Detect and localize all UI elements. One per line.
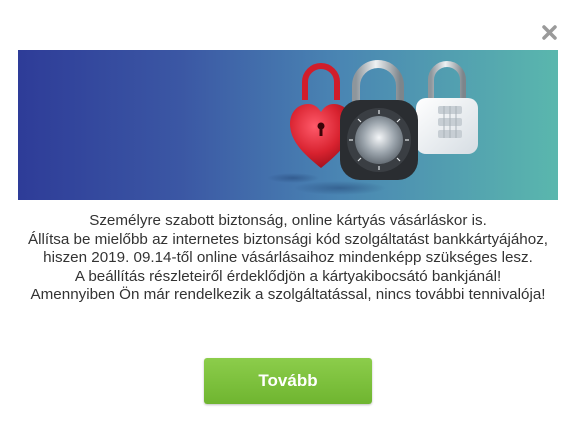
security-message: Személyre szabott biztonság, online kárt…	[20, 212, 556, 305]
message-line-3: A beállítás részleteiről érdeklődjön a k…	[74, 267, 502, 285]
message-line-4: Amennyiben Ön már rendelkezik a szolgált…	[30, 286, 546, 304]
message-line-2: Állítsa be mielőbb az internetes biztons…	[27, 230, 549, 267]
close-icon	[542, 25, 557, 40]
continue-button[interactable]: Tovább	[204, 358, 372, 404]
close-button[interactable]	[541, 24, 558, 41]
padlocks-banner	[18, 50, 558, 200]
dial-padlock-icon	[340, 60, 418, 180]
combination-padlock-icon	[416, 61, 478, 154]
security-notice-dialog: Személyre szabott biztonság, online kárt…	[0, 0, 576, 424]
message-line-1: Személyre szabott biztonság, online kárt…	[89, 212, 487, 229]
